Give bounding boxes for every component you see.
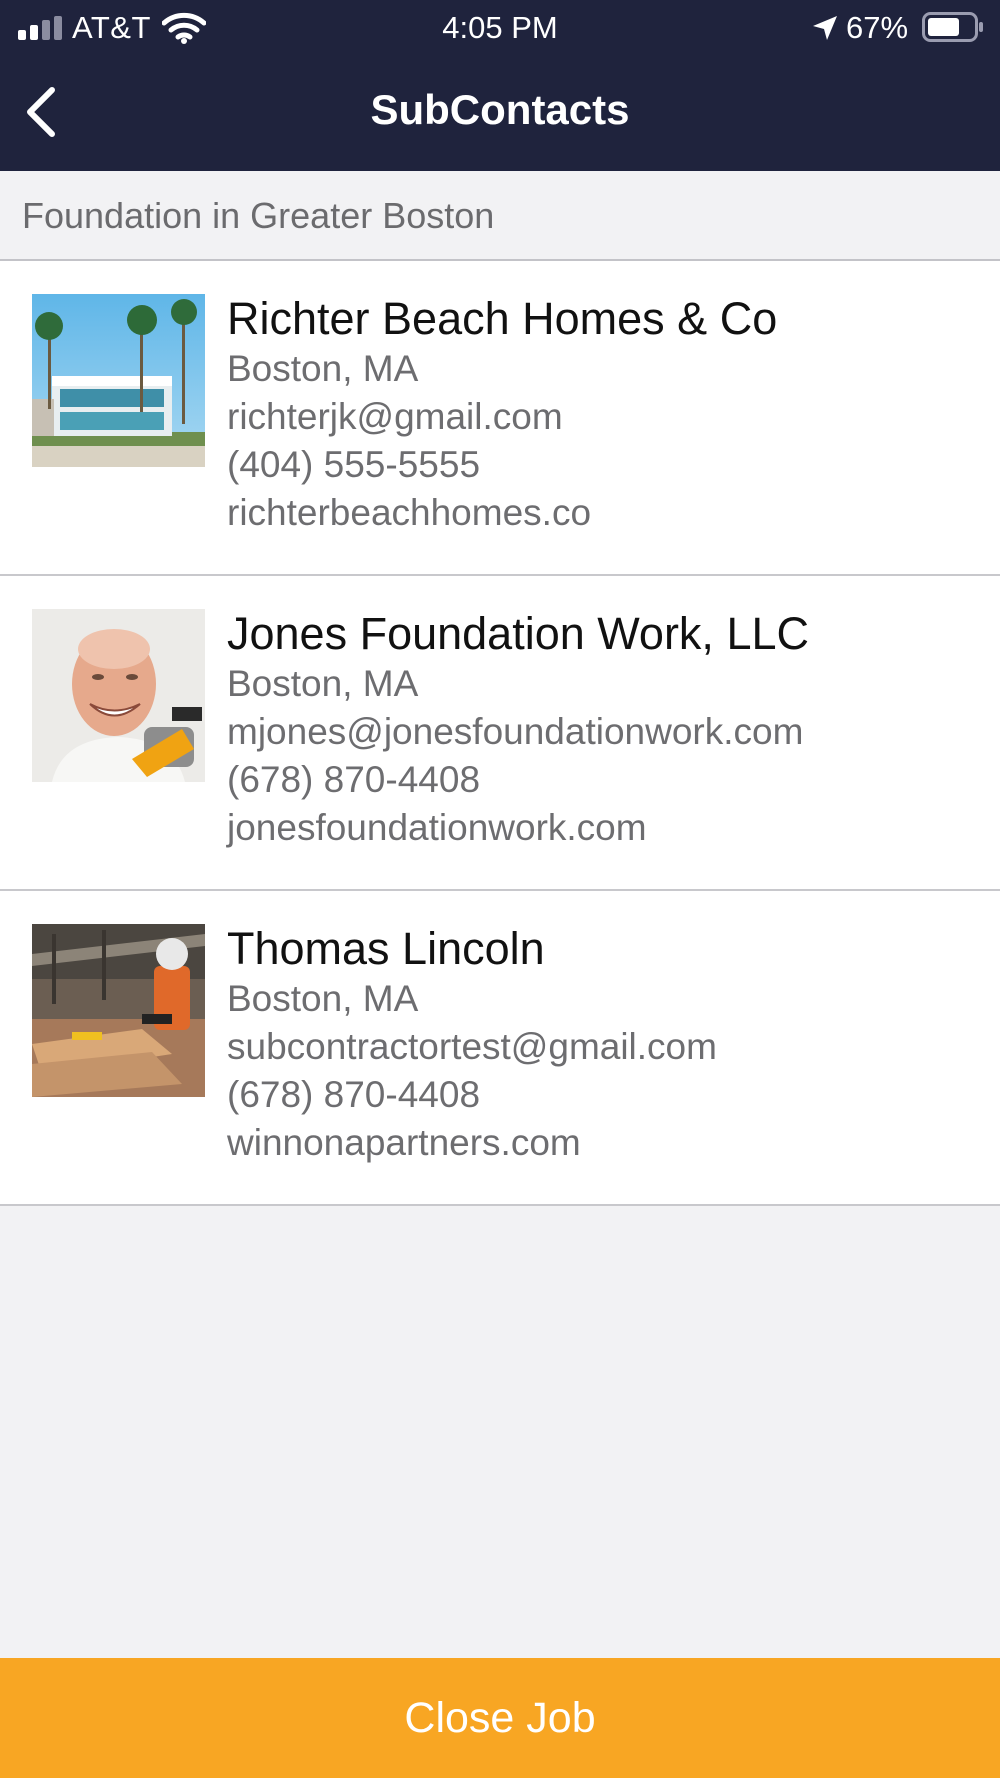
contact-website[interactable]: winnonapartners.com	[227, 1119, 987, 1167]
battery-icon	[922, 12, 983, 42]
contact-email[interactable]: richterjk@gmail.com	[227, 393, 987, 441]
contact-info: Richter Beach Homes & Co Boston, MA rich…	[227, 293, 987, 537]
contact-name: Jones Foundation Work, LLC	[227, 608, 809, 659]
top-bar: AT&T 4:05 PM 67% SubContacts	[0, 0, 1000, 171]
contact-phone[interactable]: (678) 870-4408	[227, 1071, 987, 1119]
beach-house-photo	[32, 294, 205, 467]
contact-email[interactable]: mjones@jonesfoundationwork.com	[227, 708, 987, 756]
contact-row[interactable]: Thomas Lincoln Boston, MA subcontractort…	[0, 891, 1000, 1206]
close-job-button[interactable]: Close Job	[0, 1658, 1000, 1778]
page-title: SubContacts	[370, 86, 630, 133]
contact-phone[interactable]: (678) 870-4408	[227, 756, 987, 804]
contact-row[interactable]: Jones Foundation Work, LLC Boston, MA mj…	[0, 576, 1000, 891]
contact-info: Jones Foundation Work, LLC Boston, MA mj…	[227, 608, 987, 852]
battery-percentage: 67%	[846, 10, 909, 45]
contact-phone[interactable]: (404) 555-5555	[227, 441, 987, 489]
contact-row[interactable]: Richter Beach Homes & Co Boston, MA rich…	[0, 261, 1000, 576]
contact-location: Boston, MA	[227, 663, 419, 704]
section-header: Foundation in Greater Boston	[0, 171, 1000, 261]
construction-site-photo	[32, 924, 205, 1097]
contact-name: Thomas Lincoln	[227, 923, 545, 974]
subcontacts-screen: AT&T 4:05 PM 67% SubContacts Foundation …	[0, 0, 1000, 1778]
section-title: Foundation in Greater Boston	[22, 195, 495, 236]
contact-location: Boston, MA	[227, 348, 419, 389]
contact-location: Boston, MA	[227, 978, 419, 1019]
worker-with-drill-photo	[32, 609, 205, 782]
contact-email[interactable]: subcontractortest@gmail.com	[227, 1023, 987, 1071]
location-arrow-icon	[813, 16, 837, 40]
status-bar: AT&T 4:05 PM 67%	[0, 0, 1000, 56]
contact-list: Richter Beach Homes & Co Boston, MA rich…	[0, 261, 1000, 1206]
contact-name: Richter Beach Homes & Co	[227, 293, 778, 344]
contact-info: Thomas Lincoln Boston, MA subcontractort…	[227, 923, 987, 1167]
contact-website[interactable]: richterbeachhomes.co	[227, 489, 987, 537]
contact-website[interactable]: jonesfoundationwork.com	[227, 804, 987, 852]
